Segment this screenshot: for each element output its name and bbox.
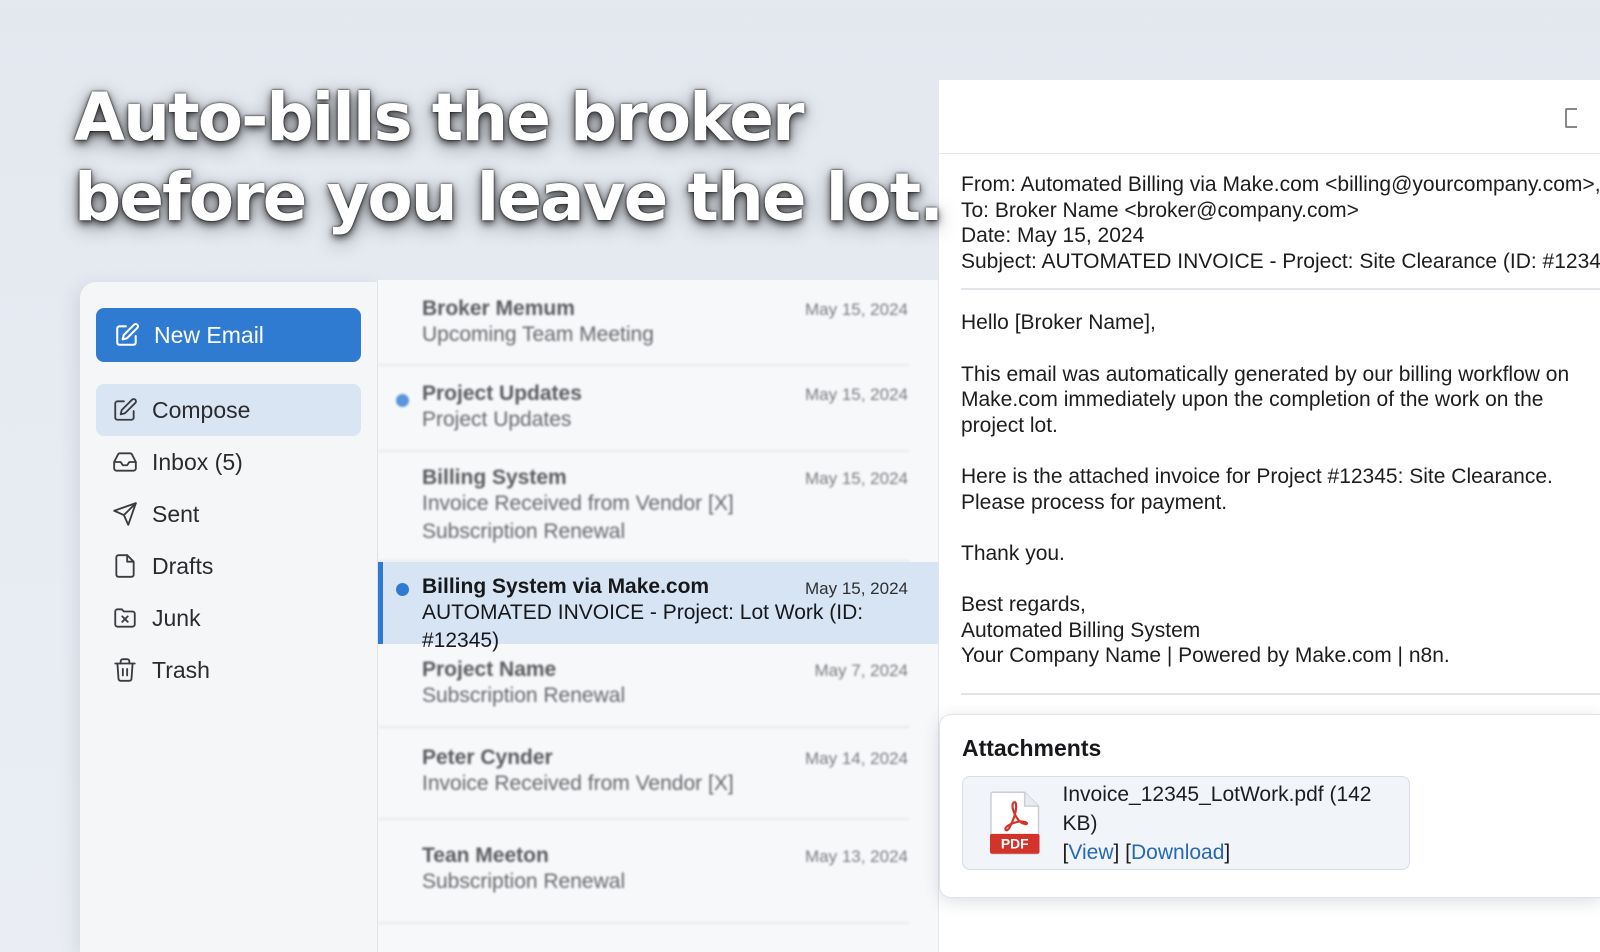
message-date: May 7, 2024: [814, 661, 908, 680]
download-link[interactable]: Download: [1131, 841, 1224, 864]
attachment-actions: [View] [Download]: [1062, 840, 1231, 864]
email-body: Hello [Broker Name], This email was auto…: [939, 290, 1600, 692]
list-item[interactable]: Project Name Subscription Renewal May 7,…: [378, 644, 910, 728]
list-item[interactable]: Tean Meeton Subscription Renewal May 13,…: [378, 820, 910, 924]
signature-line-2: Automated Billing System: [961, 618, 1201, 642]
message-date: May 15, 2024: [804, 579, 908, 598]
list-item[interactable]: Peter Cynder Invoice Received from Vendo…: [378, 728, 910, 820]
pdf-badge-text: PDF: [1001, 836, 1029, 852]
message-date: May 15, 2024: [804, 300, 908, 319]
attachments-panel: Attachments PDF Invoice_12345_LotWork.pd…: [939, 714, 1600, 898]
email-subject: Subject: AUTOMATED INVOICE - Project: Si…: [961, 249, 1600, 273]
message-date: May 15, 2024: [804, 385, 908, 404]
inbox-icon: [113, 452, 137, 472]
new-email-button[interactable]: New Email: [96, 308, 361, 362]
signature-line-3: Your Company Name | Powered by Make.com …: [961, 644, 1450, 668]
email-from: From: Automated Billing via Make.com <bi…: [961, 173, 1600, 196]
list-item[interactable]: Billing System Invoice Received from Ven…: [378, 452, 910, 562]
sidebar: New Email Compose Inbox (5) Sent Drafts …: [80, 282, 378, 952]
message-date: May 15, 2024: [804, 469, 908, 488]
folder-nav: Compose Inbox (5) Sent Drafts Junk Trash: [96, 384, 361, 696]
divider: [961, 692, 1600, 695]
attachments-title: Attachments: [962, 735, 1102, 761]
view-link[interactable]: View: [1068, 841, 1113, 864]
sidebar-item-inbox[interactable]: Inbox (5): [96, 436, 361, 488]
new-email-label: New Email: [154, 321, 264, 348]
list-item[interactable]: Project Updates Project Updates May 15, …: [378, 366, 910, 452]
trash-icon: [114, 658, 136, 682]
email-paragraph-2: Here is the attached invoice for Project…: [961, 464, 1553, 514]
edit-icon: [116, 323, 139, 346]
reader-toolbar: [939, 80, 1600, 154]
toolbar-icon[interactable]: [1565, 108, 1577, 128]
sidebar-item-label: Junk: [152, 604, 201, 631]
email-paragraph-1: This email was automatically generated b…: [961, 362, 1570, 437]
sidebar-item-label: Inbox (5): [152, 448, 243, 475]
sidebar-item-label: Drafts: [152, 552, 214, 579]
message-date: May 13, 2024: [804, 847, 908, 866]
message-date: May 14, 2024: [804, 749, 908, 768]
message-subject: Subscription Renewal: [422, 870, 626, 893]
message-subject: Upcoming Team Meeting: [422, 323, 654, 346]
message-subject: Project Updates: [422, 408, 572, 431]
email-thanks: Thank you.: [961, 541, 1065, 565]
headline-line-1: Auto-bills the broker: [74, 79, 805, 156]
list-item-selected[interactable]: Billing System via Make.com AUTOMATED IN…: [378, 562, 938, 652]
email-to: To: Broker Name <broker@company.com>: [961, 198, 1359, 222]
message-subject: Invoice Received from Vendor [X]: [422, 492, 734, 515]
email-greeting: Hello [Broker Name],: [961, 311, 1156, 335]
message-subject: Invoice Received from Vendor [X]: [422, 772, 734, 795]
message-subject-line-2: Subscription Renewal: [422, 520, 626, 543]
sidebar-item-trash[interactable]: Trash: [96, 644, 361, 696]
junk-folder-icon: [114, 608, 136, 628]
compose-icon: [114, 398, 137, 421]
unread-dot-icon: [396, 394, 409, 407]
headline-line-2: before you leave the lot.: [74, 159, 944, 236]
list-item[interactable]: Broker Memum Upcoming Team Meeting May 1…: [378, 280, 910, 366]
sidebar-item-drafts[interactable]: Drafts: [96, 540, 361, 592]
email-headers: From: Automated Billing via Make.com <bi…: [939, 154, 1600, 288]
attachment-filename: Invoice_12345_LotWork.pdf (142 KB): [1062, 782, 1372, 835]
sidebar-item-sent[interactable]: Sent: [96, 488, 361, 540]
sidebar-item-label: Sent: [152, 500, 200, 527]
email-signature: Best regards, Automated Billing System Y…: [961, 592, 1578, 669]
signature-line-1: Best regards,: [961, 592, 1086, 616]
attachment-item[interactable]: PDF Invoice_12345_LotWork.pdf (142 KB) […: [962, 776, 1410, 870]
headline: Auto-bills the broker before you leave t…: [74, 78, 944, 238]
sidebar-item-label: Trash: [152, 656, 210, 683]
file-icon: [115, 554, 135, 578]
message-list: Broker Memum Upcoming Team Meeting May 1…: [378, 280, 938, 952]
attachment-info: Invoice_12345_LotWork.pdf (142 KB) [View…: [1063, 780, 1410, 867]
unread-dot-icon: [396, 583, 409, 596]
email-date: Date: May 15, 2024: [961, 224, 1145, 248]
send-icon: [113, 502, 137, 526]
sidebar-item-label: Compose: [152, 396, 251, 423]
reading-pane: From: Automated Billing via Make.com <bi…: [938, 80, 1600, 952]
sidebar-item-compose[interactable]: Compose: [96, 384, 361, 436]
sidebar-item-junk[interactable]: Junk: [96, 592, 361, 644]
message-subject: Subscription Renewal: [422, 684, 626, 707]
pdf-file-icon: PDF: [989, 791, 1040, 855]
